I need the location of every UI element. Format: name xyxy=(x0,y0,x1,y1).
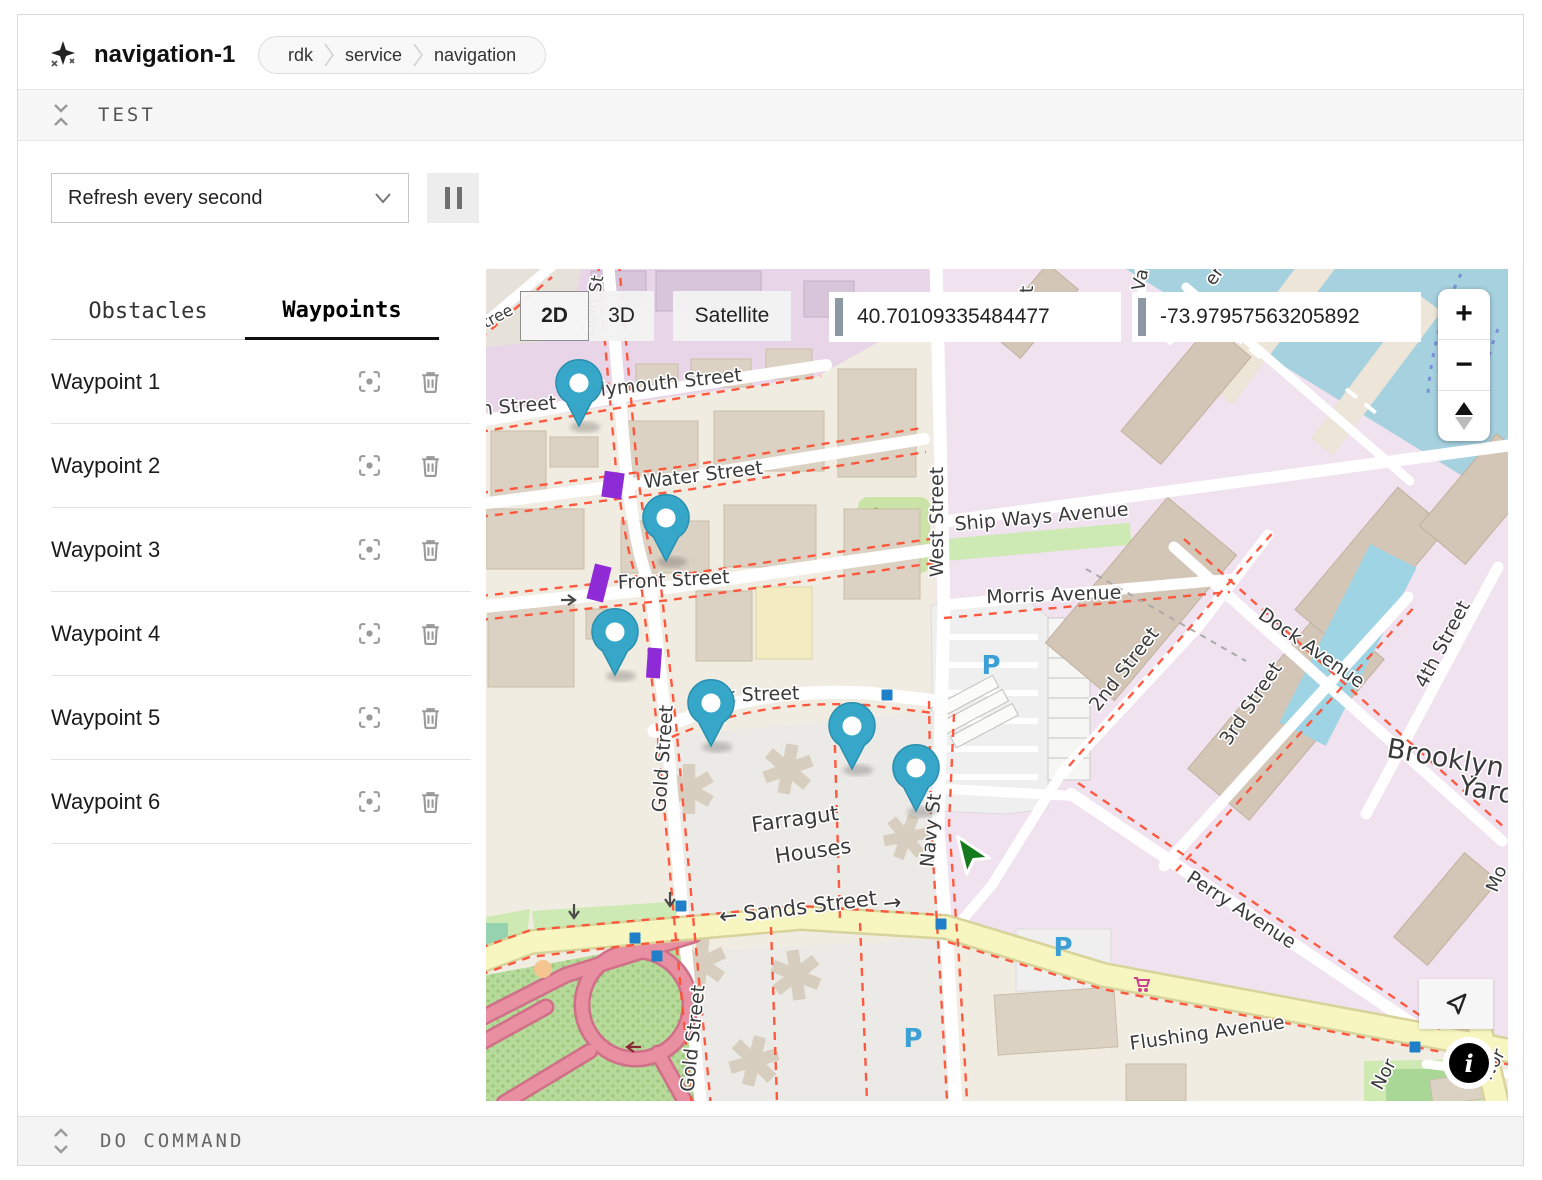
focus-waypoint-icon[interactable] xyxy=(357,537,382,562)
focus-waypoint-icon[interactable] xyxy=(357,621,382,646)
parking-icon: P xyxy=(981,651,1000,681)
waypoint-label: Waypoint 1 xyxy=(51,369,321,395)
obstacle-marker[interactable] xyxy=(646,648,662,679)
breadcrumb-item[interactable]: navigation xyxy=(423,45,527,66)
chevron-right-icon xyxy=(324,42,334,68)
map-canvas[interactable]: Plymouth StreetWater StreetFront StreetY… xyxy=(486,269,1508,1101)
waypoint-row: Waypoint 1 xyxy=(51,340,471,424)
waypoint-label: Waypoint 3 xyxy=(51,537,321,563)
waypoint-row: Waypoint 5 xyxy=(51,676,471,760)
latitude-input[interactable]: 40.70109335484477 xyxy=(829,292,1121,342)
waypoint-label: Waypoint 2 xyxy=(51,453,321,479)
subway-entrance-icon xyxy=(1410,1042,1421,1053)
navigation-card: navigation-1 rdk service navigation TEST R… xyxy=(17,14,1524,1166)
waypoint-row: Waypoint 6 xyxy=(51,760,471,844)
waypoint-label: Waypoint 5 xyxy=(51,705,321,731)
delete-waypoint-icon[interactable] xyxy=(418,369,443,394)
collapse-icon xyxy=(51,102,71,128)
street-label: → xyxy=(882,890,903,917)
pause-icon xyxy=(445,187,450,209)
map-attribution-button[interactable]: i xyxy=(1443,1037,1495,1089)
tab-bar: Obstacles Waypoints xyxy=(51,284,439,340)
breadcrumb: rdk service navigation xyxy=(258,36,546,74)
zoom-in-button[interactable]: + xyxy=(1438,289,1490,340)
delete-waypoint-icon[interactable] xyxy=(418,705,443,730)
street-label: ← xyxy=(718,903,739,930)
map-2d-button[interactable]: 2D xyxy=(520,291,589,341)
obstacle-marker[interactable] xyxy=(601,471,624,500)
waypoint-label: Waypoint 4 xyxy=(51,621,321,647)
subway-entrance-icon xyxy=(652,951,663,962)
pause-button[interactable] xyxy=(427,173,479,223)
focus-waypoint-icon[interactable] xyxy=(357,789,382,814)
delete-waypoint-icon[interactable] xyxy=(418,453,443,478)
breadcrumb-item[interactable]: rdk xyxy=(277,45,324,66)
chevron-down-icon xyxy=(374,192,392,204)
waypoint-row: Waypoint 2 xyxy=(51,424,471,508)
do-command-section-header[interactable]: DO COMMAND xyxy=(18,1116,1523,1165)
waypoint-list: Waypoint 1 Waypoint 2 xyxy=(51,340,471,844)
test-section-header[interactable]: TEST xyxy=(18,89,1523,141)
drag-handle[interactable] xyxy=(1138,298,1146,336)
compass-button[interactable] xyxy=(1438,391,1490,441)
subway-entrance-icon xyxy=(882,690,893,701)
street-label: West Street xyxy=(926,467,948,577)
waypoint-row: Waypoint 4 xyxy=(51,592,471,676)
street-label: Morris Avenue xyxy=(986,582,1122,609)
test-section-label: TEST xyxy=(98,104,156,126)
locate-button[interactable] xyxy=(1419,979,1493,1029)
waypoint-row: Waypoint 3 xyxy=(51,508,471,592)
pause-icon xyxy=(457,187,462,209)
map-3d-button[interactable]: 3D xyxy=(589,291,654,341)
parking-icon: P xyxy=(903,1024,922,1054)
navigate-arrow-icon xyxy=(1442,990,1470,1018)
page-title: navigation-1 xyxy=(94,41,235,69)
delete-waypoint-icon[interactable] xyxy=(418,621,443,646)
parking-icon: P xyxy=(1053,933,1072,963)
refresh-select-value: Refresh every second xyxy=(68,187,374,210)
breadcrumb-item[interactable]: service xyxy=(334,45,413,66)
tab-waypoints[interactable]: Waypoints xyxy=(245,284,439,340)
map-base: Plymouth StreetWater StreetFront StreetY… xyxy=(486,269,1508,1101)
expand-icon xyxy=(51,1127,71,1155)
info-icon: i xyxy=(1449,1043,1489,1083)
tab-obstacles[interactable]: Obstacles xyxy=(51,284,245,340)
focus-waypoint-icon[interactable] xyxy=(357,453,382,478)
focus-waypoint-icon[interactable] xyxy=(357,705,382,730)
chevron-right-icon xyxy=(413,42,423,68)
navigation-service-icon xyxy=(48,39,78,69)
do-command-label: DO COMMAND xyxy=(100,1130,244,1152)
refresh-select[interactable]: Refresh every second xyxy=(51,173,409,223)
subway-entrance-icon xyxy=(936,919,947,930)
delete-waypoint-icon[interactable] xyxy=(418,537,443,562)
map-zoom-control: + − xyxy=(1438,289,1490,441)
longitude-input[interactable]: -73.97957563205892 xyxy=(1132,292,1421,342)
subway-entrance-icon xyxy=(630,933,641,944)
compass-icon xyxy=(1453,401,1475,431)
drag-handle[interactable] xyxy=(835,298,843,336)
waypoint-label: Waypoint 6 xyxy=(51,789,321,815)
delete-waypoint-icon[interactable] xyxy=(418,789,443,814)
focus-waypoint-icon[interactable] xyxy=(357,369,382,394)
zoom-out-button[interactable]: − xyxy=(1438,340,1490,391)
subway-entrance-icon xyxy=(676,901,687,912)
map-satellite-button[interactable]: Satellite xyxy=(673,291,791,341)
